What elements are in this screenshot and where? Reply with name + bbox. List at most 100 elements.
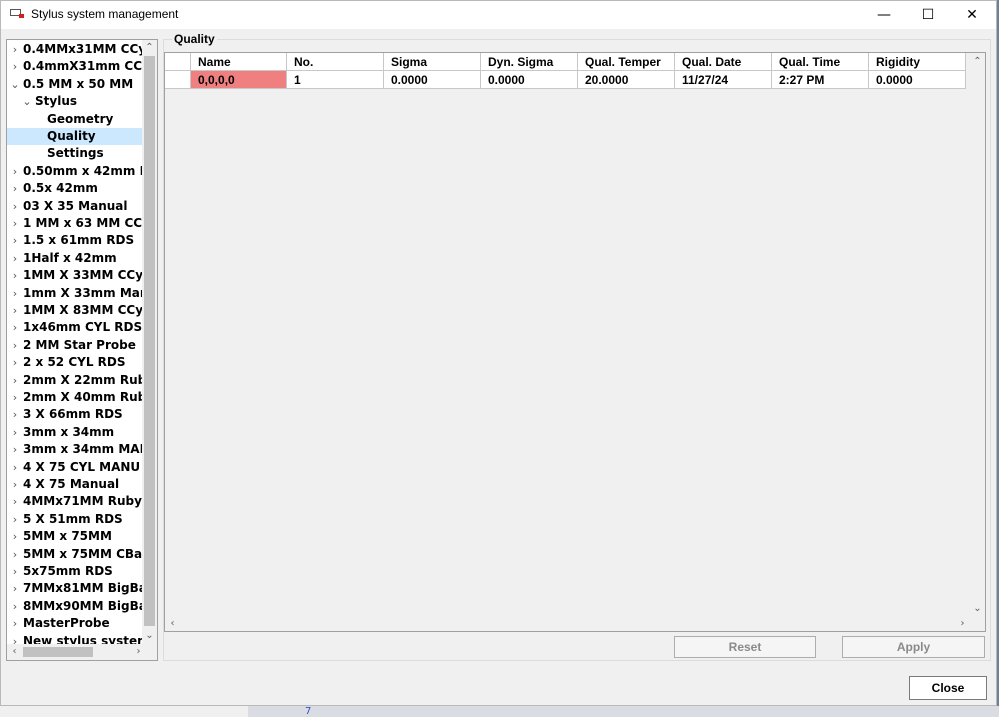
tree-item[interactable]: › 0.5x 42mm: [7, 180, 143, 197]
tree-item[interactable]: › 0.50mm x 42mm R: [7, 163, 143, 180]
table-cell[interactable]: 1: [287, 71, 384, 89]
table-cell[interactable]: 0,0,0,0: [191, 71, 287, 89]
chevron-right-icon[interactable]: ›: [9, 250, 21, 267]
chevron-right-icon[interactable]: ›: [9, 198, 21, 215]
tree-item[interactable]: › 1MM X 33MM CCy: [7, 267, 143, 284]
chevron-right-icon[interactable]: ›: [9, 580, 21, 597]
tree-item[interactable]: › 5MM x 75MM: [7, 528, 143, 545]
tree-item[interactable]: › 5x75mm RDS: [7, 563, 143, 580]
chevron-right-icon[interactable]: ›: [9, 41, 21, 58]
tree-item[interactable]: › 2 MM Star Probe: [7, 337, 143, 354]
tree-vscroll-thumb[interactable]: [144, 56, 155, 626]
column-header[interactable]: Qual. Date: [675, 53, 772, 71]
chevron-right-icon[interactable]: ›: [9, 389, 21, 406]
tree-item[interactable]: Settings: [7, 145, 143, 162]
chevron-down-icon[interactable]: ⌄: [9, 76, 21, 93]
chevron-right-icon[interactable]: ›: [9, 546, 21, 563]
table-cell[interactable]: 0.0000: [384, 71, 481, 89]
table-cell[interactable]: 2:27 PM: [772, 71, 869, 89]
grid-scroll-left-icon[interactable]: ‹: [165, 616, 180, 631]
quality-grid[interactable]: Name No. Sigma Dyn. Sigma Qual. Temper Qual. …: [164, 52, 986, 632]
maximize-button[interactable]: ☐: [905, 1, 951, 29]
scroll-left-icon[interactable]: ‹: [7, 644, 22, 660]
table-row[interactable]: 0,0,0,0 1 0.0000 0.0000 20.0000 11/27/24 2:27 …: [165, 71, 966, 89]
tree-item[interactable]: › 03 X 35 Manual: [7, 198, 143, 215]
chevron-right-icon[interactable]: ›: [9, 319, 21, 336]
reset-button[interactable]: Reset: [674, 636, 816, 658]
column-header[interactable]: Qual. Temper: [578, 53, 675, 71]
tree-item[interactable]: › MasterProbe: [7, 615, 143, 632]
tree-item[interactable]: › 7MMx81MM BigBa: [7, 580, 143, 597]
chevron-right-icon[interactable]: ›: [9, 528, 21, 545]
tree-item[interactable]: › 4 X 75 Manual: [7, 476, 143, 493]
tree-item[interactable]: › 3mm x 34mm: [7, 424, 143, 441]
grid-scroll-down-icon[interactable]: ⌄: [970, 601, 985, 617]
tree-item[interactable]: › 2mm X 40mm Rub: [7, 389, 143, 406]
tree-item[interactable]: › 8MMx90MM BigBa: [7, 598, 143, 615]
table-cell[interactable]: 11/27/24: [675, 71, 772, 89]
tree-item[interactable]: › 1MM X 83MM CCy: [7, 302, 143, 319]
chevron-right-icon[interactable]: ›: [9, 232, 21, 249]
table-cell[interactable]: 0.0000: [481, 71, 578, 89]
scroll-down-icon[interactable]: ⌄: [142, 628, 157, 644]
chevron-right-icon[interactable]: ›: [9, 424, 21, 441]
table-cell[interactable]: 20.0000: [578, 71, 675, 89]
column-header[interactable]: Dyn. Sigma: [481, 53, 578, 71]
apply-button[interactable]: Apply: [842, 636, 985, 658]
row-header[interactable]: [165, 71, 191, 89]
tree-item[interactable]: › 1Half x 42mm: [7, 250, 143, 267]
chevron-right-icon[interactable]: ›: [9, 459, 21, 476]
chevron-right-icon[interactable]: ›: [9, 180, 21, 197]
tree-item[interactable]: › 1.5 x 61mm RDS: [7, 232, 143, 249]
column-header[interactable]: Sigma: [384, 53, 481, 71]
scroll-right-icon[interactable]: ›: [131, 644, 146, 660]
chevron-right-icon[interactable]: ›: [9, 406, 21, 423]
chevron-right-icon[interactable]: ›: [9, 563, 21, 580]
grid-horizontal-scrollbar[interactable]: ‹ ›: [165, 616, 970, 631]
minimize-button[interactable]: —: [861, 1, 907, 29]
chevron-right-icon[interactable]: ›: [9, 302, 21, 319]
column-header[interactable]: Name: [191, 53, 287, 71]
tree-hscroll-thumb[interactable]: [23, 647, 93, 657]
chevron-right-icon[interactable]: ›: [9, 354, 21, 371]
tree-item[interactable]: › 3mm x 34mm MAN: [7, 441, 143, 458]
chevron-right-icon[interactable]: ›: [9, 476, 21, 493]
tree-item[interactable]: › 3 X 66mm RDS: [7, 406, 143, 423]
chevron-right-icon[interactable]: ›: [9, 58, 21, 75]
chevron-right-icon[interactable]: ›: [9, 372, 21, 389]
tree-item[interactable]: › 2 x 52 CYL RDS: [7, 354, 143, 371]
tree-item[interactable]: Quality: [7, 128, 143, 145]
tree-item[interactable]: ⌄ 0.5 MM x 50 MM: [7, 76, 143, 93]
table-cell[interactable]: 0.0000: [869, 71, 966, 89]
tree-item[interactable]: ⌄ Stylus: [7, 93, 143, 110]
grid-scroll-up-icon[interactable]: ⌃: [970, 54, 985, 70]
scroll-up-icon[interactable]: ⌃: [142, 40, 157, 56]
chevron-right-icon[interactable]: ›: [9, 441, 21, 458]
close-button[interactable]: Close: [909, 676, 987, 700]
column-header[interactable]: No.: [287, 53, 384, 71]
tree-item[interactable]: › 5 X 51mm RDS: [7, 511, 143, 528]
chevron-right-icon[interactable]: ›: [9, 285, 21, 302]
stylus-tree[interactable]: › New stylus system › MasterProbe › 8MMx90MM …: [6, 39, 158, 661]
tree-item[interactable]: › 1 MM x 63 MM CC: [7, 215, 143, 232]
grid-scroll-right-icon[interactable]: ›: [955, 616, 970, 631]
chevron-right-icon[interactable]: ›: [9, 163, 21, 180]
column-header[interactable]: Rigidity: [869, 53, 966, 71]
tree-item[interactable]: › 0.4mmX31mm CCy: [7, 58, 143, 75]
chevron-right-icon[interactable]: ›: [9, 337, 21, 354]
tree-item[interactable]: › 5MM x 75MM CBa: [7, 546, 143, 563]
grid-vertical-scrollbar[interactable]: ⌃ ⌄: [970, 53, 985, 617]
chevron-right-icon[interactable]: ›: [9, 215, 21, 232]
column-header[interactable]: Qual. Time: [772, 53, 869, 71]
tree-item[interactable]: › 4MMx71MM Ruby: [7, 493, 143, 510]
tree-item[interactable]: › 1x46mm CYL RDS: [7, 319, 143, 336]
tree-item[interactable]: › 1mm X 33mm Man: [7, 285, 143, 302]
tree-item[interactable]: › 4 X 75 CYL MANU: [7, 459, 143, 476]
tree-item[interactable]: › 2mm X 22mm Rub: [7, 372, 143, 389]
chevron-right-icon[interactable]: ›: [9, 511, 21, 528]
tree-item[interactable]: › 0.4MMx31MM CCy: [7, 41, 143, 58]
tree-vertical-scrollbar[interactable]: ⌃ ⌄: [142, 40, 157, 644]
chevron-right-icon[interactable]: ›: [9, 493, 21, 510]
chevron-right-icon[interactable]: ›: [9, 615, 21, 632]
chevron-right-icon[interactable]: ›: [9, 267, 21, 284]
